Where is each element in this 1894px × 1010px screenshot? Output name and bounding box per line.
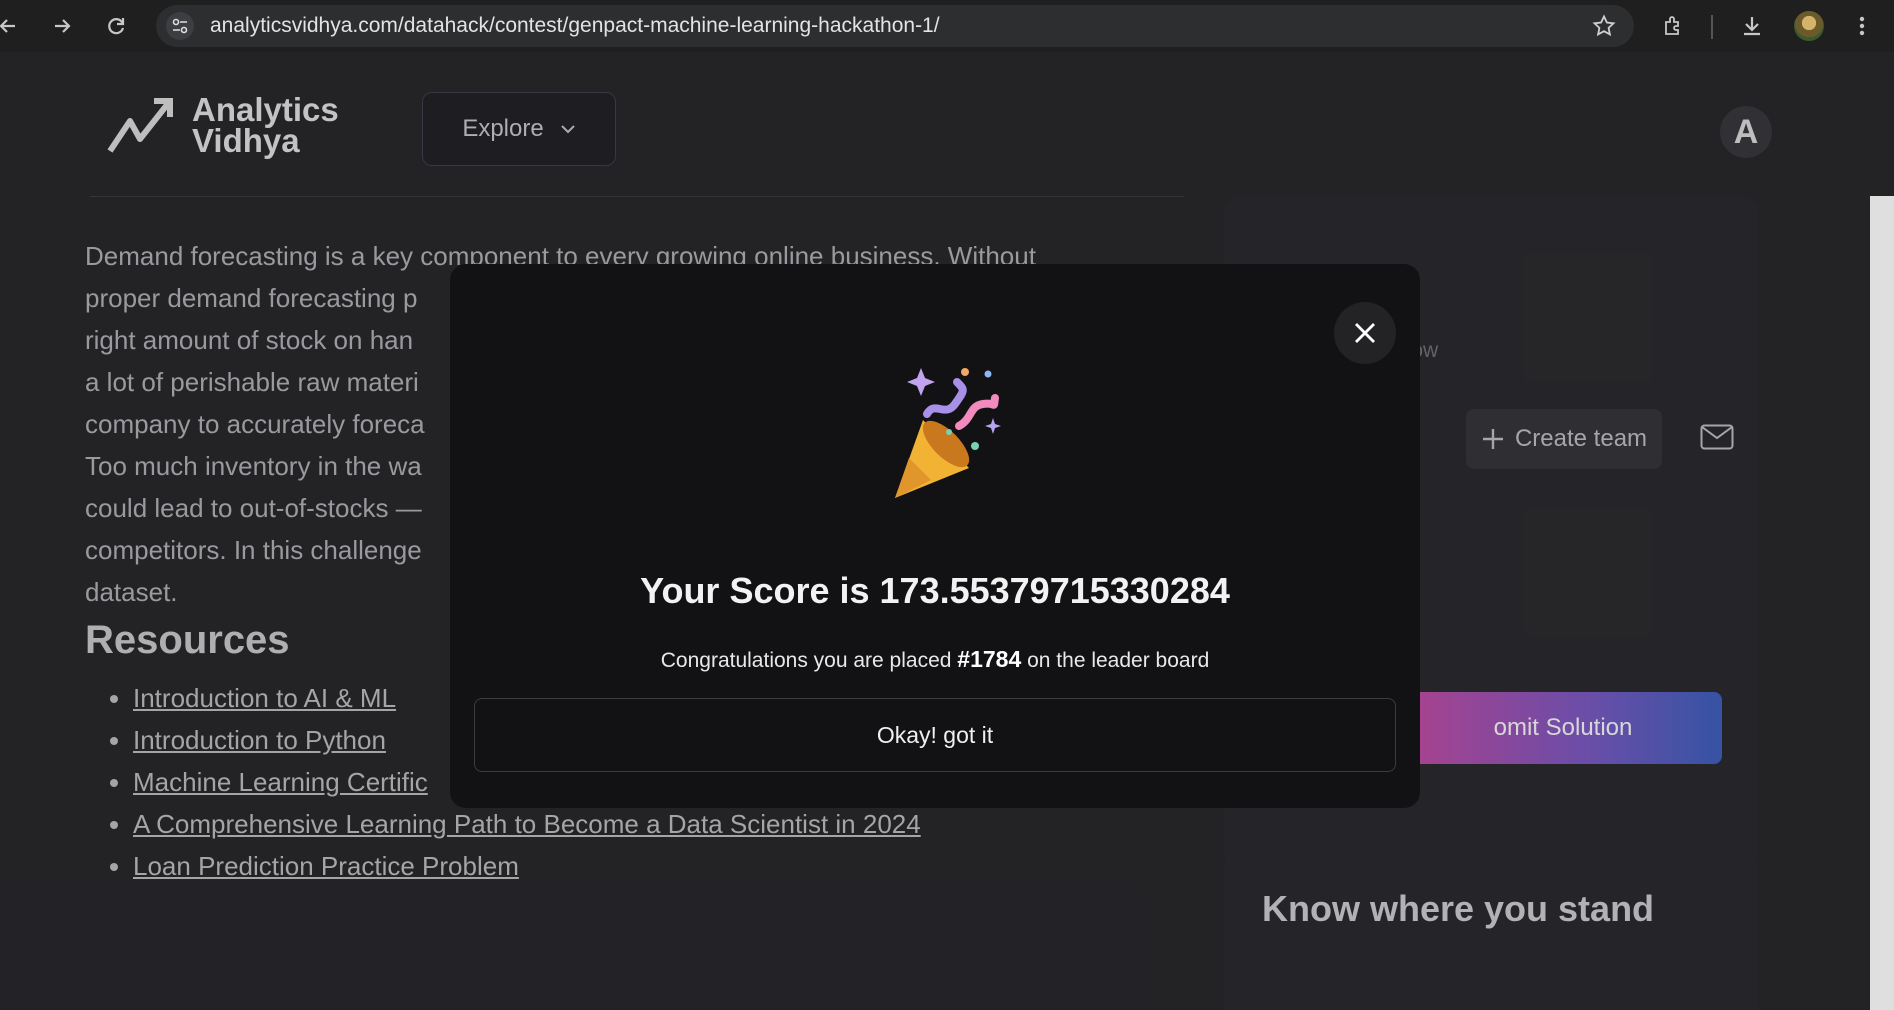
congrats-suffix: on the leader board bbox=[1027, 649, 1210, 672]
kebab-menu-icon[interactable] bbox=[1848, 12, 1876, 40]
browser-profile-avatar[interactable] bbox=[1794, 11, 1824, 41]
back-icon[interactable] bbox=[0, 12, 22, 40]
close-button[interactable] bbox=[1334, 302, 1396, 364]
browser-toolbar: analyticsvidhya.com/datahack/contest/gen… bbox=[0, 0, 1894, 52]
extensions-icon[interactable] bbox=[1660, 12, 1688, 40]
okay-got-it-button[interactable]: Okay! got it bbox=[474, 698, 1396, 772]
congrats-prefix: Congratulations you are placed bbox=[660, 649, 952, 672]
score-modal: Your Score is 173.55379715330284 Congrat… bbox=[450, 264, 1420, 808]
address-bar[interactable]: analyticsvidhya.com/datahack/contest/gen… bbox=[156, 5, 1634, 47]
url-text[interactable]: analyticsvidhya.com/datahack/contest/gen… bbox=[210, 5, 940, 47]
forward-icon[interactable] bbox=[48, 12, 76, 40]
score-title: Your Score is 173.55379715330284 bbox=[640, 570, 1230, 611]
close-icon bbox=[1355, 323, 1375, 343]
toolbar-divider bbox=[1711, 15, 1713, 39]
site-info-icon[interactable] bbox=[166, 12, 194, 40]
party-popper-icon bbox=[895, 368, 1001, 498]
bookmark-star-icon[interactable] bbox=[1592, 14, 1616, 38]
downloads-icon[interactable] bbox=[1738, 12, 1766, 40]
congrats-message: Congratulations you are placed #1784 on … bbox=[450, 646, 1420, 673]
leaderboard-rank: #1784 bbox=[957, 646, 1022, 672]
reload-icon[interactable] bbox=[102, 12, 130, 40]
ok-label: Okay! got it bbox=[876, 721, 994, 748]
